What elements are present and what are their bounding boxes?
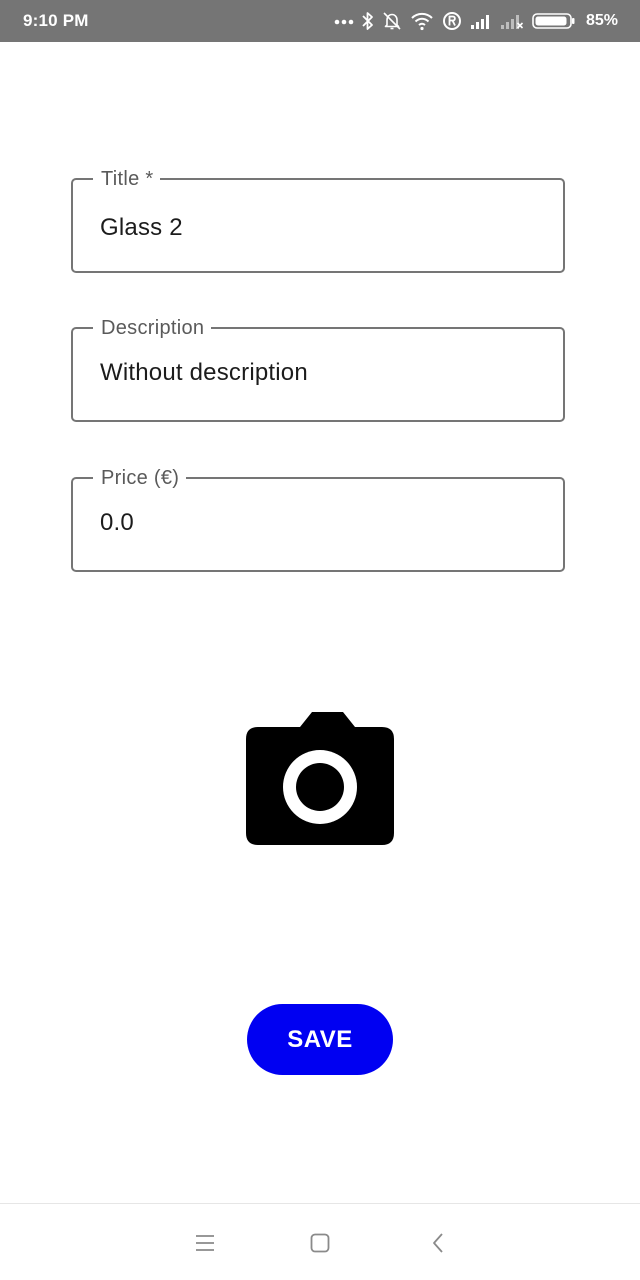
title-field-value[interactable]: Glass 2: [100, 214, 183, 242]
price-field[interactable]: Price (€) 0.0: [71, 465, 565, 572]
nav-back-button[interactable]: [424, 1229, 452, 1257]
status-bar: 9:10 PM 85%: [0, 0, 640, 42]
title-field-label: Title *: [93, 166, 161, 192]
nav-menu-button[interactable]: [191, 1229, 219, 1257]
description-field-value[interactable]: Without description: [100, 359, 308, 387]
menu-icon: [196, 1235, 214, 1251]
price-field-label: Price (€): [93, 465, 187, 491]
battery-percent: 85%: [585, 12, 618, 29]
more-dots-icon: [334, 17, 354, 25]
title-field[interactable]: Title * Glass 2: [71, 166, 565, 273]
camera-icon: [246, 712, 394, 845]
nav-home-button[interactable]: [306, 1229, 334, 1257]
battery-icon: [532, 12, 576, 30]
description-field[interactable]: Description Without description: [71, 315, 565, 422]
signal-icon: [470, 12, 492, 30]
alarm-off-icon: [382, 11, 402, 31]
status-icons: 85%: [334, 9, 618, 33]
price-field-value[interactable]: 0.0: [100, 509, 134, 537]
signal-off-icon: [500, 12, 524, 30]
registered-icon: [442, 11, 462, 31]
back-icon: [433, 1233, 443, 1253]
navigation-bar: [0, 1203, 640, 1280]
wifi-icon: [410, 11, 434, 31]
home-icon: [310, 1233, 330, 1253]
status-time: 9:10 PM: [23, 11, 89, 30]
description-field-label: Description: [93, 315, 212, 341]
save-button[interactable]: SAVE: [247, 1004, 393, 1075]
screen: 9:10 PM 85% Title * Glass 2 Description …: [0, 0, 640, 1280]
bluetooth-icon: [362, 11, 374, 31]
camera-button[interactable]: [246, 711, 394, 846]
